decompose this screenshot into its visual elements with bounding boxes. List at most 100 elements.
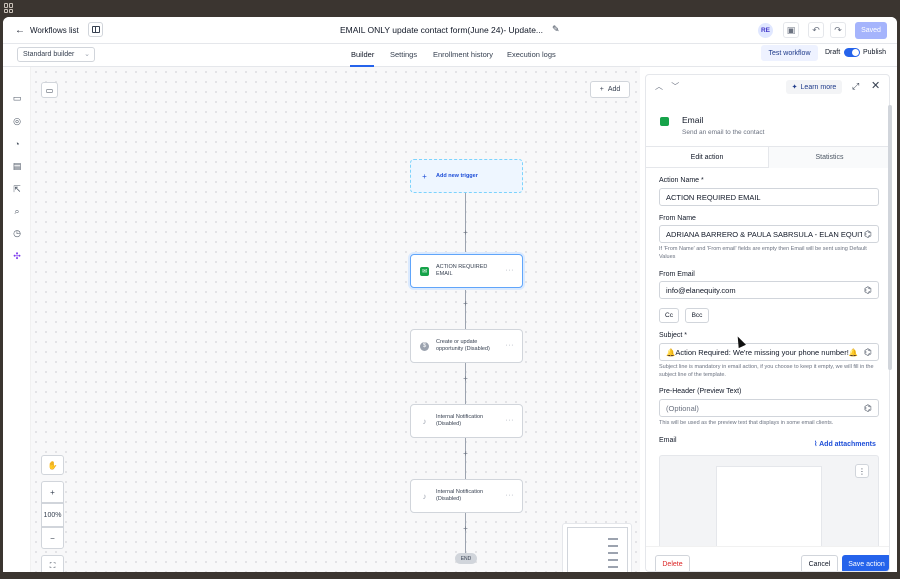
from-email-label: From Email <box>659 271 695 278</box>
email-action-node[interactable]: ✉ ACTION REQUIRED EMAIL ··· <box>410 254 523 288</box>
hand-icon: ✋ <box>47 460 58 470</box>
chevron-down-icon: ⌄ <box>84 51 90 58</box>
chat-icon[interactable]: ▭ <box>11 92 23 104</box>
back-to-workflows-button[interactable]: ← Workflows list <box>15 23 79 38</box>
publish-toggle[interactable] <box>844 48 860 57</box>
close-icon[interactable]: ✕ <box>871 79 880 92</box>
action-name-label: Action Name * <box>659 177 704 184</box>
subject-hint: Subject line is mandatory in email actio… <box>659 364 874 378</box>
more-options-icon[interactable]: ··· <box>506 417 515 424</box>
node-label: Create or update opportunity (Disabled) <box>436 339 490 352</box>
add-step-plus-icon[interactable]: + <box>462 450 469 458</box>
notification-action-node[interactable]: ♪ Internal Notification (Disabled) ··· <box>410 404 523 438</box>
add-step-plus-icon[interactable]: + <box>462 525 469 533</box>
opportunity-action-node[interactable]: $ Create or update opportunity (Disabled… <box>410 329 523 363</box>
minimap-viewport[interactable] <box>567 527 628 572</box>
notification-action-node[interactable]: ♪ Internal Notification (Disabled) ··· <box>410 479 523 513</box>
expand-icon[interactable]: ⤢ <box>852 81 859 92</box>
builder-mode-select[interactable]: Standard builder ⌄ <box>17 47 95 62</box>
rectangle-icon: ▭ <box>45 85 54 95</box>
from-email-input[interactable]: info@elanequity.com ⌬ <box>659 281 879 299</box>
more-options-icon[interactable]: ··· <box>506 342 515 349</box>
action-edit-panel: ︿ ﹀ ✦ Learn more ⤢ ✕ Email Send an email… <box>645 74 890 572</box>
canvas-minimap[interactable] <box>562 523 632 572</box>
version-history-button[interactable]: ▣ <box>783 22 799 38</box>
subject-label: Subject * <box>659 332 688 339</box>
add-step-plus-icon[interactable]: + <box>462 229 469 237</box>
chevron-up-icon[interactable]: ︿ <box>655 82 663 91</box>
preheader-label: Pre-Header (Preview Text) <box>659 388 742 395</box>
zoom-in-button[interactable]: + <box>41 481 64 503</box>
tab-execution-logs[interactable]: Execution logs <box>507 50 556 59</box>
top-header: ← Workflows list EMAIL ONLY update conta… <box>3 17 897 44</box>
tab-edit-action[interactable]: Edit action <box>646 147 768 168</box>
add-button[interactable]: + Add <box>590 81 630 98</box>
redo-button[interactable]: ↷ <box>830 22 846 38</box>
from-name-input[interactable]: ADRIANA BARRERO & PAULA SABRSULA - ELAN … <box>659 225 879 243</box>
external-link-icon[interactable]: ⇱ <box>11 183 23 195</box>
chevron-down-icon[interactable]: ﹀ <box>671 82 679 91</box>
connector-line <box>465 193 466 256</box>
apps-grid-icon[interactable] <box>4 3 14 13</box>
email-label: Email <box>659 437 677 444</box>
minus-icon: − <box>50 533 55 543</box>
subject-input[interactable]: 🔔Action Required: We're missing your pho… <box>659 343 879 361</box>
undo-button[interactable]: ↶ <box>808 22 824 38</box>
user-avatar[interactable]: RE <box>758 23 773 38</box>
trigger-node[interactable]: + Add new trigger <box>410 159 523 193</box>
more-vertical-icon[interactable]: ⋮ <box>855 464 869 478</box>
action-name-input[interactable]: ACTION REQUIRED EMAIL <box>659 188 879 206</box>
sidebar-icon <box>91 26 100 33</box>
builder-mode-value: Standard builder <box>23 51 75 58</box>
add-step-plus-icon[interactable]: + <box>462 375 469 383</box>
cancel-button[interactable]: Cancel <box>801 555 838 571</box>
minimap-node <box>608 538 618 540</box>
plus-icon: + <box>422 171 427 181</box>
preheader-input[interactable]: (Optional) ⌬ <box>659 399 879 417</box>
tab-settings[interactable]: Settings <box>390 50 417 59</box>
check-circle-icon[interactable]: ◎ <box>11 115 23 127</box>
more-options-icon[interactable]: ··· <box>506 492 515 499</box>
save-action-button[interactable]: Save action <box>842 555 889 571</box>
workflow-title[interactable]: EMAIL ONLY update contact form(June 24)-… <box>340 25 543 35</box>
app-window: ← Workflows list EMAIL ONLY update conta… <box>3 17 897 572</box>
step-navigation: ︿ ﹀ <box>655 81 679 92</box>
add-step-plus-icon[interactable]: + <box>462 300 469 308</box>
end-marker: END <box>455 553 477 564</box>
canvas-view-button[interactable]: ▭ <box>41 82 58 98</box>
more-options-icon[interactable]: ··· <box>506 267 515 274</box>
saved-button[interactable]: Saved <box>855 22 887 39</box>
tab-statistics[interactable]: Statistics <box>768 147 889 168</box>
tab-enrollment-history[interactable]: Enrollment history <box>433 50 493 59</box>
zoom-out-button[interactable]: − <box>41 527 64 549</box>
add-attachments-link[interactable]: ⌇ Add attachments <box>814 440 876 448</box>
test-workflow-button[interactable]: Test workflow <box>761 45 818 61</box>
panel-footer: Delete Cancel Save action <box>646 546 889 571</box>
search-icon[interactable]: ⌕ <box>11 205 23 217</box>
learn-more-button[interactable]: ✦ Learn more <box>786 80 842 94</box>
tab-builder[interactable]: Builder <box>351 50 374 59</box>
fit-view-button[interactable]: ⛶ <box>41 555 64 572</box>
tag-icon[interactable]: ⌬ <box>862 229 872 240</box>
subject-value: 🔔Action Required: We're missing your pho… <box>666 347 859 357</box>
bcc-button[interactable]: Bcc <box>685 308 709 323</box>
pencil-icon[interactable]: ✎ <box>552 24 560 35</box>
toggle-sidebar-button[interactable] <box>88 22 103 37</box>
ai-sparkle-icon[interactable]: ✣ <box>11 250 23 262</box>
undo-icon: ↶ <box>812 24 820 35</box>
tag-icon[interactable]: ⌬ <box>862 285 872 296</box>
document-icon[interactable]: ▤ <box>11 160 23 172</box>
redo-icon: ↷ <box>834 24 842 35</box>
delete-button[interactable]: Delete <box>655 555 690 571</box>
pie-chart-icon[interactable]: ◔ <box>11 138 23 150</box>
tag-icon[interactable]: ⌬ <box>862 347 872 358</box>
panel-subtitle: Send an email to the contact <box>682 129 765 136</box>
workflow-canvas[interactable]: ▭ + Add + + + + + + Add new trigger ✉ AC… <box>31 67 640 572</box>
clock-icon[interactable]: ◷ <box>11 227 23 239</box>
tag-icon[interactable]: ⌬ <box>862 403 872 414</box>
email-icon <box>660 117 669 126</box>
cc-button[interactable]: Cc <box>659 308 679 323</box>
panel-scrollbar[interactable] <box>888 105 892 370</box>
pan-hand-button[interactable]: ✋ <box>41 455 64 475</box>
email-template-preview[interactable]: ⋮ <box>659 455 879 562</box>
